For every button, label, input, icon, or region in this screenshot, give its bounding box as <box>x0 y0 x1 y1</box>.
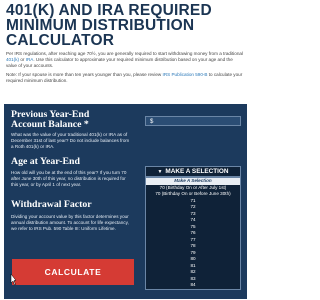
intro-text-part: or <box>20 57 25 62</box>
note-text-part: Note: If your spouse is more than ten ye… <box>6 72 162 77</box>
balance-description: What was the value of your traditional 4… <box>11 132 130 149</box>
calculate-button[interactable]: CALCULATE <box>12 259 134 285</box>
age-select[interactable]: ▼ MAKE A SELECTION <box>145 166 241 177</box>
title-line: MINIMUM DISTRIBUTION <box>6 17 195 34</box>
link-irs-publication[interactable]: IRS Publication 590-B <box>163 72 208 77</box>
spouse-note: Note: If your spouse is more than ten ye… <box>0 69 251 84</box>
currency-prefix: $ <box>150 119 154 125</box>
title-line: 401(K) AND IRA REQUIRED <box>6 2 212 19</box>
factor-description: Dividing your account value by this fact… <box>11 214 129 231</box>
page-title: 401(K) AND IRA REQUIRED MINIMUM DISTRIBU… <box>0 0 251 49</box>
age-option[interactable]: 84 <box>146 282 240 289</box>
age-description: How old will you be at the end of this y… <box>11 170 127 187</box>
age-option[interactable]: 70 (Birthday On or Before June 30th) <box>146 191 240 198</box>
intro-text-part: Per IRS regulations, after reaching age … <box>6 51 243 56</box>
intro-text-part: . Use this calculator to approximate you… <box>6 57 233 68</box>
hand-cursor-icon <box>10 274 16 286</box>
chevron-down-icon: ▼ <box>157 169 163 175</box>
link-401k[interactable]: 401(k) <box>6 57 19 62</box>
balance-input[interactable]: $ <box>145 116 241 126</box>
calculator-panel: Previous Year-End Account Balance * What… <box>4 104 247 299</box>
intro-text: Per IRS regulations, after reaching age … <box>0 48 251 69</box>
age-select-label: MAKE A SELECTION <box>165 168 229 175</box>
factor-section-title: Withdrawal Factor <box>11 199 92 210</box>
age-section-title: Age at Year-End <box>11 156 80 167</box>
balance-section-title: Previous Year-End Account Balance * <box>11 110 89 130</box>
section-title-line: Account Balance * <box>11 119 89 130</box>
age-options-list: Make A Selection 70 (Birthday On or After… <box>145 177 241 290</box>
title-line: CALCULATOR <box>6 32 115 49</box>
